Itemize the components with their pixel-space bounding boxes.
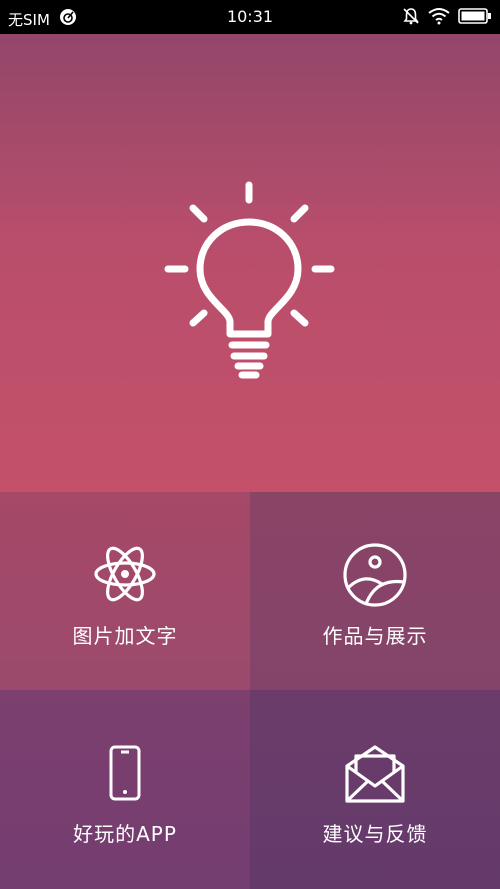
atom-icon <box>93 542 157 610</box>
mail-icon <box>344 744 406 808</box>
gallery-icon <box>342 542 408 612</box>
menu-tile-label: 好玩的APP <box>73 822 177 846</box>
wifi-icon <box>428 7 450 29</box>
silent-bell-icon <box>402 7 420 29</box>
menu-tile-fun-apps[interactable]: 好玩的APP <box>0 690 250 889</box>
menu-tile-image-text[interactable]: 图片加文字 <box>0 492 250 690</box>
status-bar: 无SIM 10:31 <box>0 0 500 34</box>
light-bulb-icon <box>160 180 340 389</box>
hero-banner <box>0 34 500 492</box>
status-right <box>402 7 492 29</box>
menu-tile-label: 图片加文字 <box>72 624 178 648</box>
phone-icon <box>109 745 141 805</box>
menu-tile-feedback[interactable]: 建议与反馈 <box>250 690 500 889</box>
battery-icon <box>458 8 492 28</box>
menu-tile-label: 建议与反馈 <box>322 822 428 846</box>
menu-tile-gallery[interactable]: 作品与展示 <box>250 492 500 690</box>
menu-tile-label: 作品与展示 <box>322 624 428 648</box>
